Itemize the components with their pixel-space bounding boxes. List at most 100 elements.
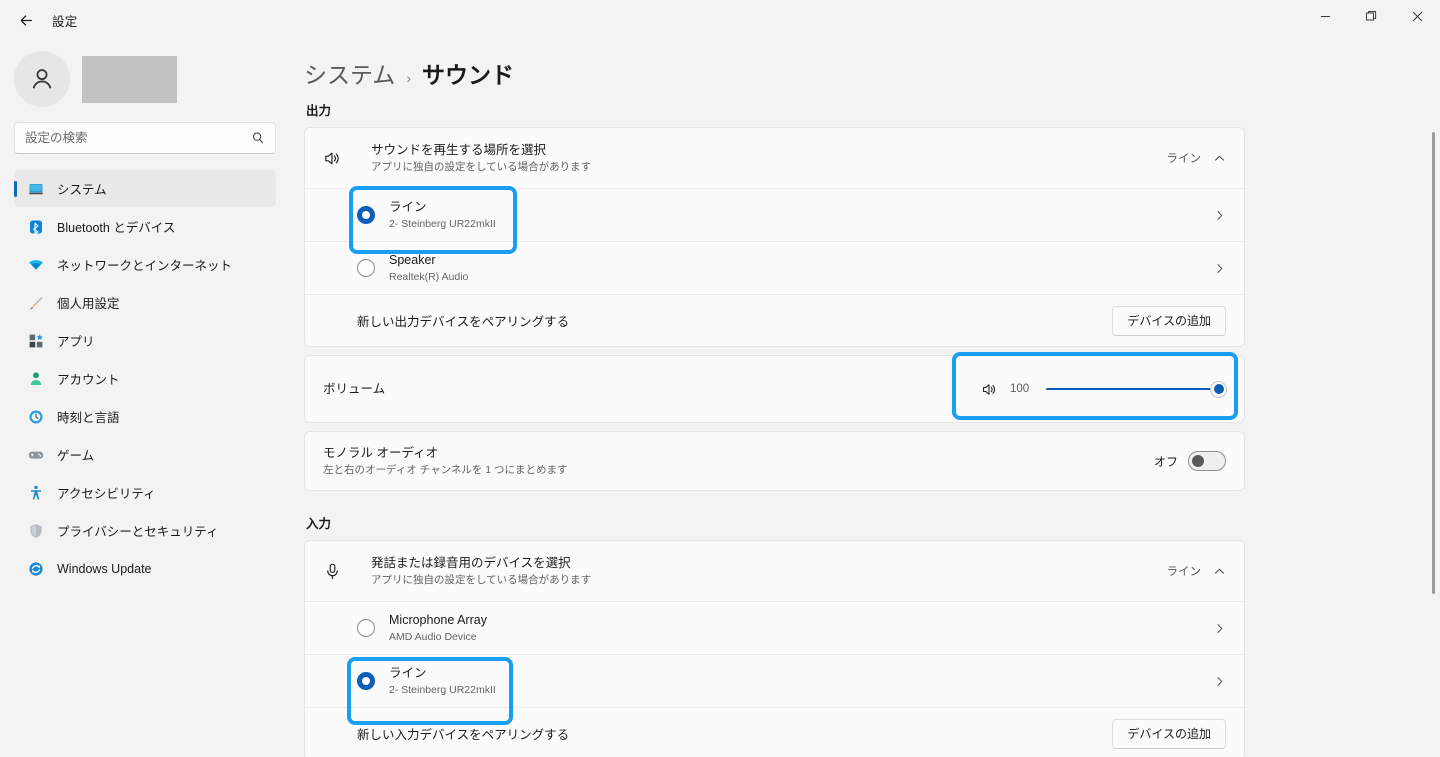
input-device-line[interactable]: ライン 2- Steinberg UR22mkII	[305, 654, 1244, 707]
input-selector-subtitle: アプリに独自の設定をしている場合があります	[371, 573, 1167, 587]
sidebar-item-privacy-security[interactable]: プライバシーとセキュリティ	[14, 512, 276, 549]
output-device-line[interactable]: ライン 2- Steinberg UR22mkII	[305, 188, 1244, 241]
sidebar-item-system[interactable]: システム	[14, 170, 276, 207]
output-pair-label: 新しい出力デバイスをペアリングする	[323, 315, 569, 329]
input-device-microphone-array[interactable]: Microphone Array AMD Audio Device	[305, 601, 1244, 654]
shield-icon	[28, 523, 44, 539]
sidebar-item-label: 時刻と言語	[57, 407, 120, 426]
sidebar-item-time-language[interactable]: 時刻と言語	[14, 398, 276, 435]
gamepad-icon	[28, 447, 44, 463]
content-scrollbar[interactable]	[1430, 132, 1438, 594]
bluetooth-icon	[28, 219, 44, 235]
apps-icon	[28, 333, 44, 349]
output-selector-title: サウンドを再生する場所を選択	[371, 142, 1167, 159]
input-pair-row: 新しい入力デバイスをペアリングする デバイスの追加	[305, 707, 1244, 757]
chevron-right-icon[interactable]	[1213, 209, 1226, 222]
breadcrumb: システム › サウンド	[304, 40, 1434, 94]
sidebar-item-apps[interactable]: アプリ	[14, 322, 276, 359]
search-input[interactable]	[25, 131, 245, 145]
slider-thumb[interactable]	[1210, 381, 1227, 398]
volume-row: ボリューム 100	[305, 356, 1244, 422]
sidebar-item-label: アプリ	[57, 331, 95, 350]
mono-audio-toggle[interactable]	[1188, 451, 1226, 471]
speaker-icon	[323, 149, 371, 168]
person-icon	[28, 371, 44, 387]
sidebar-item-accessibility[interactable]: アクセシビリティ	[14, 474, 276, 511]
search-box[interactable]	[14, 122, 276, 154]
chevron-up-icon[interactable]	[1213, 565, 1226, 578]
settings-window: 設定	[0, 0, 1440, 757]
sidebar-item-bluetooth[interactable]: Bluetooth とデバイス	[14, 208, 276, 245]
paintbrush-icon	[28, 295, 44, 311]
search-icon	[251, 131, 265, 145]
slider-track	[1046, 388, 1226, 391]
sidebar-item-label: システム	[57, 179, 107, 198]
sidebar-item-accounts[interactable]: アカウント	[14, 360, 276, 397]
scrollbar-thumb[interactable]	[1432, 132, 1435, 594]
close-button[interactable]	[1394, 0, 1440, 32]
sidebar-nav: システム Bluetooth とデバイス	[14, 170, 276, 587]
wifi-icon	[28, 257, 44, 273]
mono-audio-state-label: オフ	[1154, 453, 1178, 470]
microphone-icon	[323, 562, 371, 581]
sidebar-item-gaming[interactable]: ゲーム	[14, 436, 276, 473]
mono-audio-card: モノラル オーディオ 左と右のオーディオ チャンネルを 1 つにまとめます オフ	[304, 431, 1245, 491]
input-section-title: 入力	[306, 513, 1434, 532]
chevron-right-icon[interactable]	[1213, 675, 1226, 688]
accessibility-icon	[28, 485, 44, 501]
title-bar: 設定	[0, 0, 1440, 40]
volume-card: ボリューム 100	[304, 355, 1245, 423]
breadcrumb-separator: ›	[406, 70, 411, 86]
output-device-speaker[interactable]: Speaker Realtek(R) Audio	[305, 241, 1244, 294]
update-icon	[28, 561, 44, 577]
back-button[interactable]	[8, 4, 44, 36]
window-body: システム Bluetooth とデバイス	[0, 40, 1440, 757]
sidebar-item-windows-update[interactable]: Windows Update	[14, 550, 276, 587]
sidebar-item-label: ゲーム	[57, 445, 94, 464]
sidebar-item-network[interactable]: ネットワークとインターネット	[14, 246, 276, 283]
output-selector-value: ライン	[1167, 150, 1202, 166]
add-input-device-button[interactable]: デバイスの追加	[1112, 719, 1226, 749]
app-title: 設定	[52, 11, 77, 30]
maximize-restore-button[interactable]	[1348, 0, 1394, 32]
chevron-right-icon[interactable]	[1213, 262, 1226, 275]
breadcrumb-parent[interactable]: システム	[304, 56, 395, 90]
toggle-knob	[1192, 455, 1204, 467]
output-selector-header[interactable]: サウンドを再生する場所を選択 アプリに独自の設定をしている場合があります ライン	[305, 128, 1244, 188]
device-name: ライン	[389, 200, 427, 214]
minimize-button[interactable]	[1302, 0, 1348, 32]
volume-speaker-icon	[981, 381, 998, 398]
sidebar-item-label: Windows Update	[57, 562, 152, 576]
input-selector-value: ライン	[1167, 563, 1202, 579]
sidebar-item-label: アクセシビリティ	[57, 483, 156, 502]
device-name: ライン	[389, 666, 427, 680]
device-detail: Realtek(R) Audio	[389, 270, 468, 284]
chevron-up-icon[interactable]	[1213, 152, 1226, 165]
sidebar-item-label: アカウント	[57, 369, 120, 388]
device-name: Microphone Array	[389, 613, 487, 627]
radio-selected-icon[interactable]	[357, 206, 375, 224]
radio-unselected-icon[interactable]	[357, 619, 375, 637]
device-detail: 2- Steinberg UR22mkII	[389, 683, 496, 697]
sidebar-item-label: プライバシーとセキュリティ	[57, 521, 219, 540]
add-output-device-button[interactable]: デバイスの追加	[1112, 306, 1226, 336]
output-device-card: サウンドを再生する場所を選択 アプリに独自の設定をしている場合があります ライン	[304, 127, 1245, 347]
sidebar-item-personalization[interactable]: 個人用設定	[14, 284, 276, 321]
volume-slider-group[interactable]: 100	[981, 380, 1226, 398]
input-device-card: 発話または録音用のデバイスを選択 アプリに独自の設定をしている場合があります ラ…	[304, 540, 1245, 757]
output-section-title: 出力	[306, 100, 1434, 119]
account-header[interactable]	[14, 40, 276, 110]
radio-unselected-icon[interactable]	[357, 259, 375, 277]
radio-selected-icon[interactable]	[357, 672, 375, 690]
mono-audio-subtitle: 左と右のオーディオ チャンネルを 1 つにまとめます	[323, 463, 1154, 477]
device-name: Speaker	[389, 253, 436, 267]
sidebar-item-label: 個人用設定	[57, 293, 120, 312]
device-detail: AMD Audio Device	[389, 630, 487, 644]
sidebar: システム Bluetooth とデバイス	[0, 40, 290, 757]
volume-slider[interactable]	[1046, 380, 1226, 398]
clock-icon	[28, 409, 44, 425]
content-area: システム › サウンド 出力	[290, 40, 1440, 757]
output-selector-subtitle: アプリに独自の設定をしている場合があります	[371, 160, 1167, 174]
chevron-right-icon[interactable]	[1213, 622, 1226, 635]
input-selector-header[interactable]: 発話または録音用のデバイスを選択 アプリに独自の設定をしている場合があります ラ…	[305, 541, 1244, 601]
